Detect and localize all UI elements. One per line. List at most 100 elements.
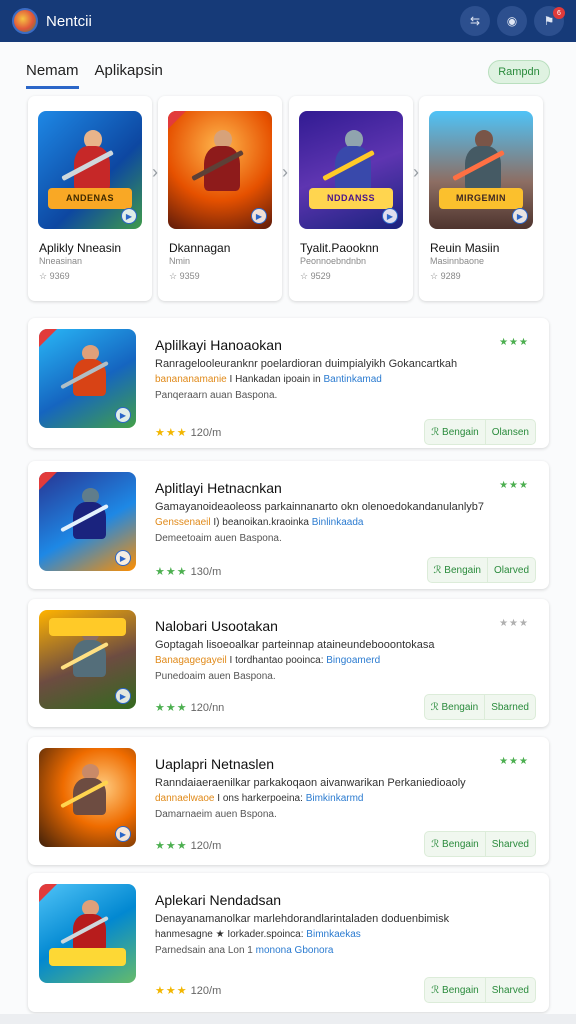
tag-link[interactable]: Bantinkamad (323, 374, 381, 385)
tag-text: I Hankadan ipoain in (229, 374, 321, 385)
play-icon[interactable]: ▶ (121, 208, 137, 224)
user-icon: ◉ (506, 14, 518, 28)
top-app-bar: Nentcii ⇆ ◉ ⚑ 6 (0, 0, 576, 42)
secondary-button[interactable]: Olarved (488, 558, 535, 582)
game-thumbnail (39, 884, 136, 983)
tag-text: I tordhantao pooinca: (229, 655, 324, 666)
chevron-right-icon: › (282, 162, 288, 182)
tab-nemam[interactable]: Nemam (26, 62, 79, 89)
featured-name: Aplikly Nneasin (39, 241, 122, 255)
list-item[interactable]: ▶ Aplilkayi Hanoaokan ★★★ Ranragelooleur… (28, 318, 549, 448)
app-title[interactable]: Nalobari Usootakan (155, 618, 278, 634)
list-item[interactable]: Aplekari Nendadsan Denayanamanolkar marl… (28, 873, 549, 1012)
tag-link[interactable]: Bimkinkarmd (306, 793, 364, 804)
featured-card[interactable]: MIRGEMIN ▶ Reuin Masiin Masinnbaone ☆ 92… (419, 96, 543, 301)
app-tags: banananamanie I Hankadan ipoain in Banti… (155, 374, 382, 385)
rating-row: ★★★ 120/m (155, 426, 221, 439)
bengain-button[interactable]: ℛ Bengain (425, 832, 484, 856)
app-description: Goptagah lisoeoalkar parteinnap ataineun… (155, 639, 435, 651)
app-tags: Genssenaeil I) beanoikan.kraoinka Binlin… (155, 517, 364, 528)
play-icon[interactable]: ▶ (382, 208, 398, 224)
featured-count: ☆ 9529 (300, 271, 331, 281)
app-description: Gamayanoideaoleoss parkainnanarto okn ol… (155, 501, 485, 513)
rating-row: ★★★ 130/m (155, 565, 221, 578)
app-description: Denayanamanolkar marlehdorandlarintalade… (155, 913, 450, 925)
featured-developer: Peonnoebndnbn (300, 256, 367, 266)
secondary-button[interactable]: Sharved (486, 978, 535, 1002)
app-title[interactable]: Aplilkayi Hanoaokan (155, 337, 282, 353)
game-thumbnail: ▶ (39, 610, 136, 709)
featured-count: ☆ 9369 (39, 271, 70, 281)
featured-name: Tyalit.Paooknn (300, 241, 379, 255)
tag-link[interactable]: Bimnkaekas (306, 929, 360, 940)
featured-name: Reuin Masiin (430, 241, 500, 255)
tag-text: banananamanie (155, 374, 227, 385)
meta-link[interactable]: monona Gbonora (256, 945, 334, 956)
tag-link[interactable]: Binlinkaada (312, 517, 364, 528)
rating-row: ★★★ 120/m (155, 984, 221, 997)
game-logo-banner (48, 948, 127, 967)
featured-card[interactable]: ▶ Dkannagan Nmin ☆ 9359 (158, 96, 282, 301)
secondary-button[interactable]: Sbarned (485, 695, 535, 719)
app-meta: Panqeraarn auan Baspona. (155, 390, 278, 401)
app-title: Nentcii (46, 12, 92, 30)
app-meta: Demeetoaim auen Baspona. (155, 533, 282, 544)
rating-stars: ★★★ (499, 618, 529, 629)
game-thumbnail: ▶ (39, 748, 136, 847)
featured-card[interactable]: ANDENAS ▶ Aplikly Nneasin Nneasinan ☆ 93… (28, 96, 152, 301)
game-logo-banner: ANDENAS (48, 187, 132, 209)
tag-text: I) beanoikan.kraoinka (213, 517, 309, 528)
meta-text: Parnedsain ana Lon 1 (155, 945, 253, 956)
bengain-button[interactable]: ℛ Bengain (428, 558, 487, 582)
featured-count: ☆ 9359 (169, 271, 200, 281)
app-tags: Banagagegayeil I tordhantao pooinca: Bin… (155, 655, 380, 666)
notifications-button[interactable]: ⚑ 6 (534, 6, 565, 36)
star-icons: ★★★ (155, 566, 188, 578)
play-icon[interactable]: ▶ (115, 826, 131, 842)
play-icon[interactable]: ▶ (251, 208, 267, 224)
play-icon[interactable]: ▶ (512, 208, 528, 224)
app-meta: Parnedsain ana Lon 1 monona Gbonora (155, 945, 333, 956)
rating-row: ★★★ 120/m (155, 839, 221, 852)
item-actions: ℛ Bengain Sharved (424, 977, 536, 1003)
game-logo-banner: NDDANSS (309, 187, 393, 209)
secondary-button[interactable]: Olansen (486, 420, 535, 444)
app-title[interactable]: Aplekari Nendadsan (155, 892, 281, 908)
item-actions: ℛ Bengain Olansen (424, 419, 536, 445)
app-meta: Damarnaeim auen Bspona. (155, 809, 277, 820)
game-thumbnail: ▶ (39, 329, 136, 428)
bengain-button[interactable]: ℛ Bengain (425, 978, 484, 1002)
swap-arrows-button[interactable]: ⇆ (460, 6, 490, 36)
bengain-button[interactable]: ℛ Bengain (425, 420, 484, 444)
play-icon[interactable]: ▶ (115, 688, 131, 704)
featured-carousel: ANDENAS ▶ Aplikly Nneasin Nneasinan ☆ 93… (28, 96, 550, 301)
app-description: Ranragelooleuranknr poelardioran duimpia… (155, 358, 458, 370)
item-actions: ℛ Bengain Olarved (426, 557, 536, 583)
app-title[interactable]: Uaplapri Netnaslen (155, 756, 274, 772)
play-icon[interactable]: ▶ (115, 550, 131, 566)
star-icons: ★★★ (155, 985, 188, 997)
game-logo-banner (48, 617, 127, 636)
secondary-button[interactable]: Sharved (486, 832, 535, 856)
tag-text: Banagagegayeil (155, 655, 227, 666)
tag-text: I ons harkerpoeina: (217, 793, 303, 804)
list-item[interactable]: ▶ Uaplapri Netnaslen ★★★ Ranndaiaeraenil… (28, 737, 549, 865)
bottom-strip (0, 1014, 576, 1024)
game-logo-banner: MIRGEMIN (439, 187, 523, 209)
tag-link[interactable]: Bingoamerd (326, 655, 380, 666)
profile-button[interactable]: ◉ (497, 6, 527, 36)
star-icons: ★★★ (155, 840, 188, 852)
game-thumbnail: ▶ (39, 472, 136, 571)
featured-card[interactable]: NDDANSS ▶ Tyalit.Paooknn Peonnoebndnbn ☆… (289, 96, 413, 301)
rating-stars: ★★★ (499, 480, 529, 491)
play-icon[interactable]: ▶ (115, 407, 131, 423)
app-logo-icon[interactable] (12, 8, 38, 34)
tab-aplikapsin[interactable]: Aplikapsin (95, 62, 163, 89)
rampdn-button[interactable]: Rampdn (488, 60, 550, 84)
bengain-button[interactable]: ℛ Bengain (425, 695, 484, 719)
list-item[interactable]: ▶ Aplitlayi Hetnacnkan ★★★ Gamayanoideao… (28, 461, 549, 589)
app-title[interactable]: Aplitlayi Hetnacnkan (155, 480, 282, 496)
rating-text: 130/m (190, 566, 222, 578)
list-item[interactable]: ▶ Nalobari Usootakan ★★★ Goptagah lisoeo… (28, 599, 549, 727)
app-meta: Punedoaim auen Baspona. (155, 671, 276, 682)
